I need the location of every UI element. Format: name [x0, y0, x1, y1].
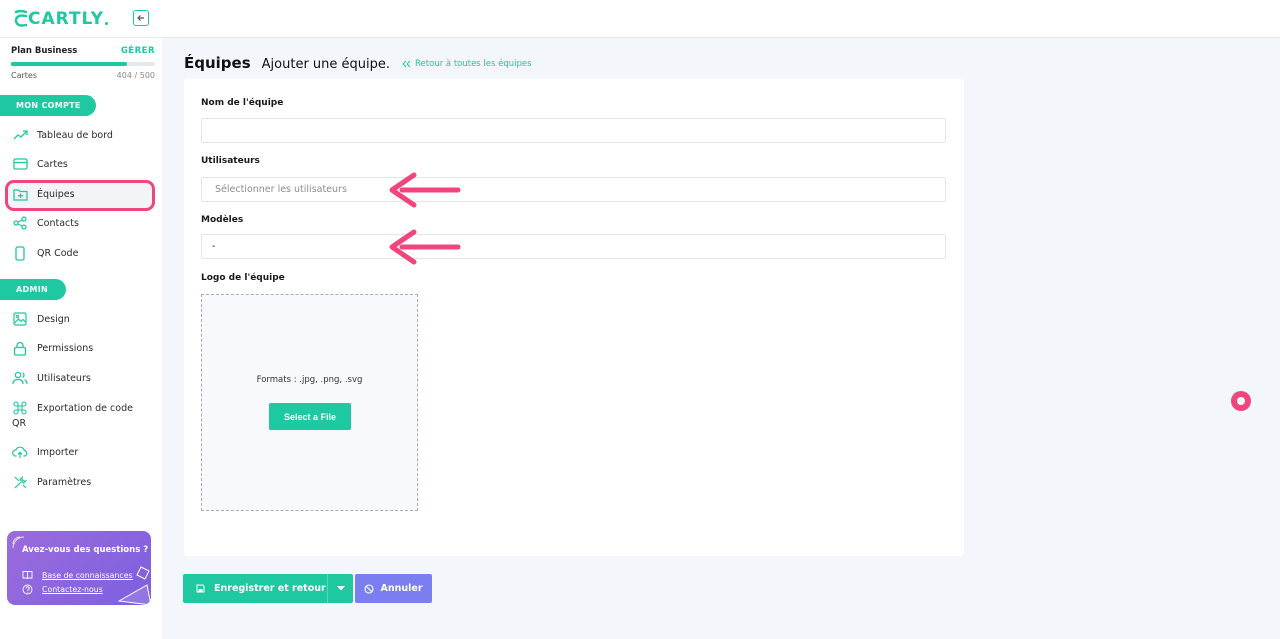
sidebar-item-design[interactable]: Design	[12, 311, 152, 327]
users-select-placeholder: Sélectionner les utilisateurs	[215, 184, 347, 195]
floating-record-indicator[interactable]	[1231, 391, 1251, 411]
sidebar-item-label: Permissions	[37, 343, 94, 354]
logo-dropzone[interactable]: Formats : .jpg, .png, .svg Select a File	[201, 294, 418, 511]
plan-name: Plan Business	[11, 46, 78, 56]
logo-text: CARTLY	[28, 9, 105, 29]
chevrons-left-icon	[402, 60, 411, 68]
sidebar-item-label: Paramètres	[37, 477, 92, 488]
select-file-button[interactable]: Select a File	[269, 403, 351, 430]
help-title: Avez-vous des questions ?	[22, 545, 149, 555]
ban-icon	[364, 583, 375, 594]
annotation-arrow-users	[389, 172, 461, 208]
save-button-label: Enregistrer et retour	[214, 583, 326, 594]
cards-row: Cartes 404 / 500	[11, 71, 155, 80]
sidebar-item-label: Équipes	[37, 189, 75, 200]
sidebar-item-permissions[interactable]: Permissions	[12, 340, 152, 356]
tools-icon	[12, 474, 28, 490]
cards-usage-fill	[11, 62, 128, 66]
sidebar-item-label: QR Code	[37, 248, 79, 259]
cartly-logo[interactable]: CARTLY	[14, 8, 109, 30]
sidebar-item-label: Cartes	[37, 159, 68, 170]
team-logo-label: Logo de l'équipe	[201, 273, 285, 283]
logo-dot	[105, 22, 109, 25]
sidebar-item-label: Contacts	[37, 218, 79, 229]
cards-count: 404 / 500	[116, 71, 155, 80]
record-dot-icon	[1237, 397, 1245, 405]
contact-us-link-text: Contactez-nous	[42, 585, 103, 594]
cancel-button[interactable]: Annuler	[355, 574, 432, 603]
annotation-arrow-models	[389, 229, 461, 265]
help-circle-icon	[22, 584, 33, 595]
save-and-return-button[interactable]: Enregistrer et retour	[183, 574, 353, 603]
top-bar: CARTLY	[0, 0, 1280, 38]
models-label: Modèles	[201, 215, 244, 225]
models-select[interactable]: -	[201, 234, 946, 259]
contact-us-link[interactable]: Contactez-nous	[22, 584, 103, 595]
paper-plane-decoration	[117, 566, 151, 605]
team-name-input[interactable]	[201, 118, 946, 143]
sidebar-item-settings[interactable]: Paramètres	[12, 474, 152, 490]
lock-icon	[12, 340, 28, 356]
folder-plus-icon	[12, 186, 28, 202]
sidebar-item-label: Exportation de code QR	[12, 403, 133, 429]
manage-plan-link[interactable]: GÉRER	[121, 46, 155, 56]
sidebar-item-users[interactable]: Utilisateurs	[12, 370, 152, 386]
sidebar-item-teams[interactable]: Équipes	[12, 186, 152, 202]
card-icon	[12, 156, 28, 172]
page-title: Équipes	[184, 54, 251, 72]
sidebar-item-cards[interactable]: Cartes	[12, 156, 152, 172]
back-link-text: Retour à toutes les équipes	[415, 59, 532, 69]
command-icon	[12, 400, 28, 416]
book-icon	[22, 571, 33, 580]
sidebar-item-label: Tableau de bord	[37, 130, 113, 141]
phone-icon	[12, 245, 28, 261]
arrow-left-icon	[137, 15, 144, 21]
help-box: Avez-vous des questions ? Base de connai…	[7, 531, 151, 605]
sidebar-item-label: Design	[37, 314, 70, 325]
cards-label: Cartes	[11, 71, 38, 80]
models-select-value: -	[212, 241, 216, 252]
sidebar-item-label: Utilisateurs	[37, 373, 91, 384]
sidebar-item-import[interactable]: Importer	[12, 444, 152, 460]
knowledge-base-link[interactable]: Base de connaissances	[22, 570, 133, 580]
cards-usage-bar	[11, 62, 155, 66]
users-select[interactable]: Sélectionner les utilisateurs	[201, 177, 946, 202]
team-form-card: Nom de l'équipe Utilisateurs Sélectionne…	[184, 79, 964, 556]
logo-formats-text: Formats : .jpg, .png, .svg	[256, 375, 363, 385]
team-name-label: Nom de l'équipe	[201, 98, 284, 108]
page-subtitle: Ajouter une équipe.	[261, 57, 391, 72]
image-icon	[12, 311, 28, 327]
section-admin: ADMIN	[0, 279, 66, 300]
sidebar-item-qr-code[interactable]: QR Code	[12, 245, 152, 261]
sidebar-item-label: Importer	[37, 447, 79, 458]
logo-c-icon	[14, 10, 28, 27]
sidebar: Plan Business GÉRER Cartes 404 / 500 MON…	[0, 38, 162, 639]
sidebar-item-qr-export[interactable]: Exportation de code QR	[12, 400, 140, 431]
page-heading: Équipes Ajouter une équipe. Retour à tou…	[184, 54, 532, 72]
plan-row: Plan Business GÉRER	[11, 46, 155, 56]
collapse-sidebar-button[interactable]	[133, 10, 149, 26]
upload-cloud-icon	[12, 444, 28, 460]
users-icon	[12, 370, 28, 386]
save-button-main[interactable]: Enregistrer et retour	[183, 583, 327, 594]
users-label: Utilisateurs	[201, 156, 260, 166]
sidebar-item-contacts[interactable]: Contacts	[12, 215, 152, 231]
save-icon	[196, 584, 205, 593]
section-account: MON COMPTE	[0, 95, 96, 116]
caret-down-icon	[336, 586, 345, 591]
trend-icon	[12, 127, 28, 143]
share-icon	[12, 215, 28, 231]
back-to-teams-link[interactable]: Retour à toutes les équipes	[402, 59, 532, 69]
sidebar-item-dashboard[interactable]: Tableau de bord	[12, 127, 152, 143]
save-options-toggle[interactable]	[327, 574, 353, 603]
cancel-button-label: Annuler	[380, 583, 423, 594]
